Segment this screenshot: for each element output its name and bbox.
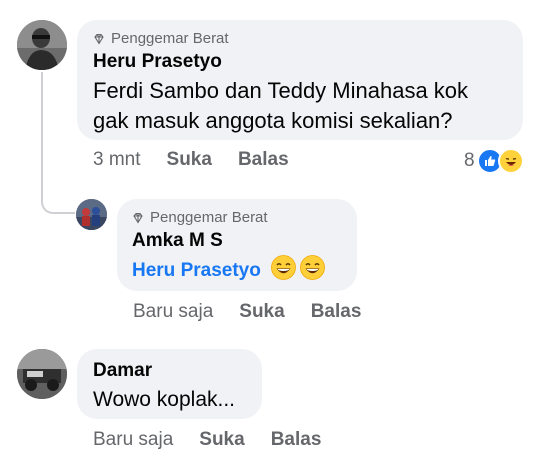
like-button[interactable]: Suka [239, 301, 284, 323]
badge-label: Penggemar Berat [150, 209, 268, 226]
diamond-badge-icon [93, 33, 105, 45]
comment-text-line-1: Ferdi Sambo dan Teddy Minahasa kok [93, 78, 469, 103]
comment-author[interactable]: Damar [93, 360, 152, 382]
comment-bubble[interactable]: Damar Wowo koplak... [77, 349, 262, 419]
reply-bubble[interactable]: Penggemar Berat Amka M S Heru Prasetyo [117, 199, 357, 291]
diamond-badge-icon [132, 212, 144, 224]
reply-button[interactable]: Balas [271, 429, 322, 451]
like-button[interactable]: Suka [199, 429, 244, 451]
reply-text: Heru Prasetyo [132, 255, 325, 286]
mention-link[interactable]: Heru Prasetyo [132, 260, 261, 282]
comment-actions: 3 mnt Suka Balas [93, 149, 289, 171]
reply-time[interactable]: Baru saja [133, 301, 213, 323]
reply-button[interactable]: Balas [311, 301, 362, 323]
haha-reaction-icon [497, 148, 524, 174]
comment-text-line-2: gak masuk anggota komisi sekalian? [93, 108, 453, 133]
fan-badge: Penggemar Berat [93, 30, 229, 47]
grinning-emoji-icon [270, 255, 296, 286]
thread-curve [41, 196, 75, 214]
badge-label: Penggemar Berat [111, 30, 229, 47]
comment-time[interactable]: Baru saja [93, 429, 173, 451]
comment-author[interactable]: Heru Prasetyo [93, 51, 222, 73]
avatar-amka-m-s[interactable] [76, 199, 107, 230]
comment-time[interactable]: 3 mnt [93, 149, 141, 171]
fan-badge: Penggemar Berat [132, 209, 268, 226]
reaction-summary[interactable]: 8 [464, 148, 524, 174]
like-button[interactable]: Suka [167, 149, 212, 171]
reply-actions: Baru saja Suka Balas [133, 301, 361, 323]
comment-actions: Baru saja Suka Balas [93, 429, 321, 451]
avatar-heru-prasetyo[interactable] [17, 20, 67, 70]
reaction-count: 8 [464, 150, 475, 171]
reply-button[interactable]: Balas [238, 149, 289, 171]
comment-text: Wowo koplak... [93, 388, 236, 411]
avatar-damar[interactable] [17, 349, 67, 399]
reply-author[interactable]: Amka M S [132, 230, 223, 252]
comment-bubble[interactable]: Penggemar Berat Heru Prasetyo Ferdi Samb… [77, 20, 523, 140]
grinning-emoji-icon [299, 255, 325, 286]
thread-line [41, 72, 43, 200]
